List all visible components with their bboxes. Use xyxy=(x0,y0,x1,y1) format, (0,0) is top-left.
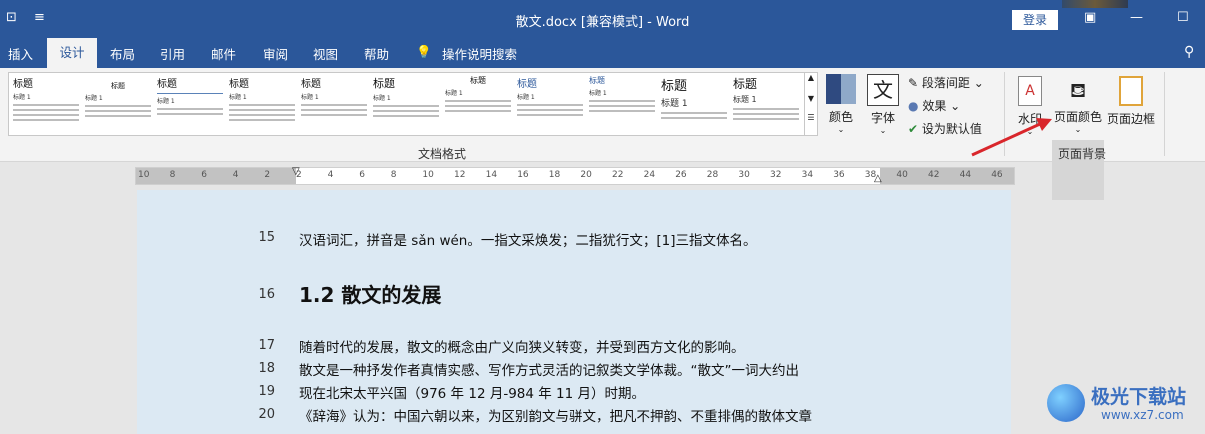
ruler-tick-label: 8 xyxy=(169,170,176,180)
ruler-tick-label: 24 xyxy=(643,170,656,180)
site-logo-icon xyxy=(1047,384,1085,422)
paragraph: 随着时代的发展，散文的概念由广义向狭义转变，并受到西方文化的影响。 xyxy=(299,340,745,356)
ruler-tick-label: 20 xyxy=(580,170,592,180)
line-number: 19 xyxy=(258,384,275,399)
ruler-tick-label: 10 xyxy=(422,170,434,180)
ruler-tick-label: 26 xyxy=(675,170,687,180)
document-page[interactable]: 15 汉语词汇，拼音是 sǎn wén。一指文采焕发；二指犹行文；[1]三指文体… xyxy=(137,190,1011,434)
ruler-tick-label: 6 xyxy=(359,170,365,180)
ruler-tick-label: 4 xyxy=(327,170,334,180)
ruler-tick-label: 18 xyxy=(548,170,561,180)
ruler-tick-label: 30 xyxy=(738,170,750,180)
ruler-tick-label: 44 xyxy=(959,170,972,180)
ruler-tick-label: 4 xyxy=(232,170,239,180)
paragraph: 现在北宋太平兴国（976 年 12 月-984 年 11 月）时期。 xyxy=(299,386,646,402)
ruler-tick-label: 14 xyxy=(485,170,498,180)
line-number: 15 xyxy=(258,230,275,245)
paragraph: 汉语词汇，拼音是 sǎn wén。一指文采焕发；二指犹行文；[1]三指文体名。 xyxy=(299,233,757,249)
ruler-tick-label: 2 xyxy=(264,170,271,180)
ruler-tick-label: 28 xyxy=(706,170,719,180)
ruler-tick-label: 34 xyxy=(801,170,814,180)
ruler-tick-label: 36 xyxy=(833,170,845,180)
ruler-tick-label: 10 xyxy=(138,170,150,180)
right-indent-icon[interactable]: △ xyxy=(874,173,882,184)
ruler-tick-label: 16 xyxy=(517,170,529,180)
first-line-indent-icon[interactable]: ▽ xyxy=(292,166,300,177)
ruler-tick-label: 8 xyxy=(390,170,397,180)
ruler-tick-label: 46 xyxy=(991,170,1003,180)
ruler-tick-label: 22 xyxy=(612,170,624,180)
line-number: 16 xyxy=(258,287,275,302)
line-number: 20 xyxy=(258,407,275,422)
section-heading: 1.2 散文的发展 xyxy=(299,283,442,307)
ruler-tick-label: 32 xyxy=(770,170,782,180)
paragraph: 散文是一种抒发作者真情实感、写作方式灵活的记叙类文学体裁。“散文”一词大约出 xyxy=(299,363,799,379)
line-number: 18 xyxy=(258,361,275,376)
line-number: 17 xyxy=(258,338,275,353)
ruler-tick-label: 6 xyxy=(201,170,207,180)
site-watermark: 极光下载站 www.xz7.com xyxy=(1043,378,1205,434)
ruler-tick-label: 42 xyxy=(928,170,940,180)
ruler-tick-label: 12 xyxy=(454,170,466,180)
ruler-tick-label: 40 xyxy=(896,170,908,180)
paragraph: 《辞海》认为：中国六朝以来，为区别韵文与骈文，把凡不押韵、不重排偶的散体文章 xyxy=(299,409,812,425)
horizontal-ruler[interactable]: 10 8 6 4 2 2 4 6 8 10 12 14 16 18 20 22 24 26 28 30 32 34 36 38… xyxy=(135,166,1015,185)
